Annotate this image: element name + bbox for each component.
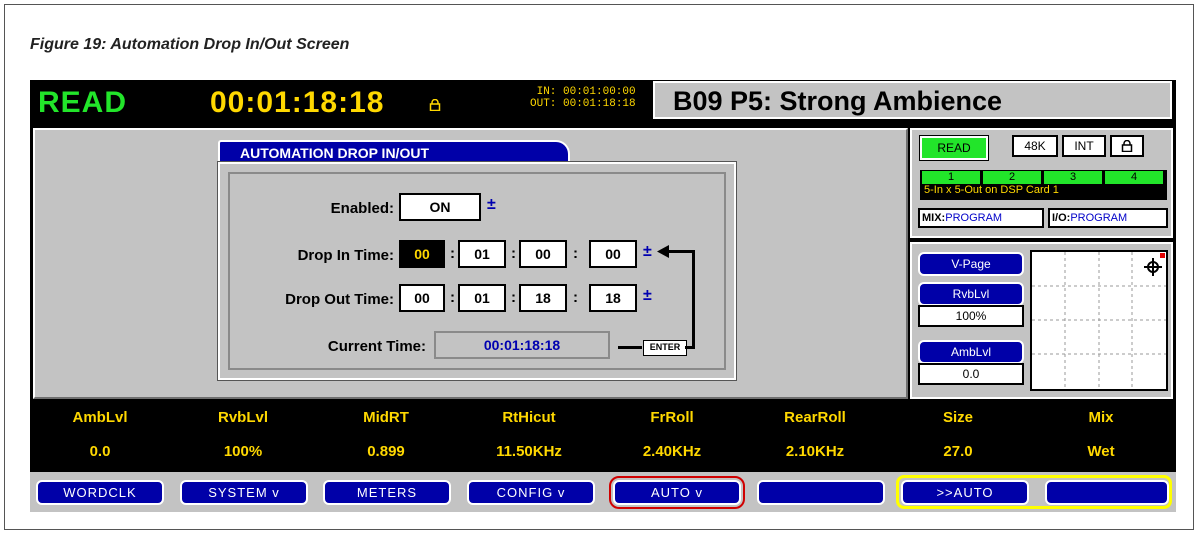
rvblvl-value: 100% bbox=[918, 305, 1024, 327]
softkey-auto[interactable]: AUTO v bbox=[609, 476, 745, 509]
program-title: B09 P5: Strong Ambience bbox=[653, 81, 1172, 119]
softkey-blank-2[interactable] bbox=[1045, 480, 1169, 505]
colon: : bbox=[573, 245, 578, 262]
softkey-auto-next[interactable]: >>AUTO bbox=[901, 480, 1029, 505]
enabled-plusminus[interactable]: ± bbox=[487, 196, 496, 214]
vpage-button[interactable]: V-Page bbox=[918, 252, 1024, 276]
dialog-title: AUTOMATION DROP IN/OUT bbox=[218, 140, 570, 164]
enter-line-horizontal bbox=[618, 346, 642, 349]
param-value[interactable]: 100% bbox=[173, 443, 313, 460]
param-value[interactable]: 2.40KHz bbox=[602, 443, 742, 460]
colon: : bbox=[450, 245, 455, 262]
sample-rate: 48K bbox=[1012, 135, 1058, 157]
param-name: Size bbox=[942, 409, 973, 426]
amblvl-button[interactable]: AmbLvl bbox=[918, 340, 1024, 364]
out-time: OUT: 00:01:18:18 bbox=[530, 98, 636, 110]
mix-status: MIX:PROGRAM bbox=[918, 208, 1044, 228]
in-time: IN: 00:01:00:00 bbox=[536, 86, 636, 98]
drop-out-frames[interactable]: 18 bbox=[589, 284, 637, 312]
softkey-config[interactable]: CONFIG v bbox=[467, 480, 595, 505]
drop-in-seconds[interactable]: 00 bbox=[519, 240, 567, 268]
drop-in-frames[interactable]: 00 bbox=[589, 240, 637, 268]
drop-out-seconds[interactable]: 18 bbox=[519, 284, 567, 312]
position-marker bbox=[1160, 253, 1165, 258]
read-button[interactable]: READ bbox=[919, 135, 989, 161]
timecode-display: 00:01:18:18 bbox=[210, 86, 385, 119]
xy-pad[interactable] bbox=[1030, 250, 1168, 391]
in-out-times: IN: 00:01:00:00 OUT: 00:01:18:18 bbox=[530, 86, 636, 110]
automation-mode: READ bbox=[38, 86, 128, 119]
drop-in-plusminus[interactable]: ± bbox=[643, 243, 652, 261]
param-value[interactable]: 11.50KHz bbox=[459, 443, 599, 460]
clock-source: INT bbox=[1062, 135, 1106, 157]
lock-icon bbox=[1121, 139, 1133, 153]
param-name: FrRoll bbox=[650, 409, 694, 426]
param-name: AmbLvl bbox=[72, 409, 128, 426]
softkey-blank-1[interactable] bbox=[757, 480, 885, 505]
mix-label: MIX: bbox=[922, 212, 946, 224]
softkey-wordclk[interactable]: WORDCLK bbox=[36, 480, 164, 505]
status-panel: READ 48K INT 1 2 3 4 5-In x 5-Out on DSP… bbox=[910, 128, 1173, 238]
colon: : bbox=[450, 289, 455, 306]
rvblvl-button[interactable]: RvbLvl bbox=[918, 282, 1024, 306]
param-name: Mix bbox=[1088, 409, 1114, 426]
dsp-slot-4: 4 bbox=[1105, 171, 1163, 184]
colon: : bbox=[511, 289, 516, 306]
drop-in-hours[interactable]: 00 bbox=[399, 240, 445, 268]
device-screen: READ 00:01:18:18 IN: 00:01:00:00 OUT: 00… bbox=[30, 80, 1176, 512]
amblvl-value: 0.0 bbox=[918, 363, 1024, 385]
param-value[interactable]: 2.10KHz bbox=[745, 443, 885, 460]
enter-key-icon[interactable]: ENTER bbox=[643, 340, 687, 356]
figure-caption: Figure 19: Automation Drop In/Out Screen bbox=[30, 36, 350, 53]
drop-in-minutes[interactable]: 01 bbox=[458, 240, 506, 268]
param-value[interactable]: Wet bbox=[1031, 443, 1171, 460]
io-value: PROGRAM bbox=[1070, 212, 1128, 224]
param-name: RearRoll bbox=[784, 409, 846, 426]
enabled-label: Enabled: bbox=[330, 200, 394, 217]
io-status: I/O:PROGRAM bbox=[1048, 208, 1168, 228]
param-value[interactable]: 27.0 bbox=[888, 443, 1028, 460]
lock-icon bbox=[429, 99, 441, 111]
crosshair-icon[interactable] bbox=[1144, 258, 1162, 276]
lock-status bbox=[1110, 135, 1144, 157]
enter-line-top bbox=[666, 250, 695, 253]
dsp-slot-2: 2 bbox=[983, 171, 1041, 184]
param-name: MidRT bbox=[363, 409, 409, 426]
io-label: I/O: bbox=[1052, 212, 1071, 224]
param-name: RvbLvl bbox=[217, 409, 268, 426]
current-time-field: 00:01:18:18 bbox=[434, 331, 610, 359]
mix-value: PROGRAM bbox=[945, 212, 1003, 224]
parameter-bar: AmbLvl 0.0 RvbLvl 100% MidRT 0.899 RtHic… bbox=[30, 405, 1176, 471]
drop-out-hours[interactable]: 00 bbox=[399, 284, 445, 312]
dsp-config-text: 5-In x 5-Out on DSP Card 1 bbox=[924, 184, 1059, 196]
arrow-left-icon bbox=[657, 245, 669, 258]
param-value[interactable]: 0.0 bbox=[30, 443, 170, 460]
softkey-bar: WORDCLK SYSTEM v METERS CONFIG v AUTO v … bbox=[30, 472, 1176, 512]
drop-out-label: Drop Out Time: bbox=[285, 291, 394, 308]
vpage-panel: V-Page RvbLvl 100% AmbLvl 0.0 bbox=[910, 242, 1173, 399]
colon: : bbox=[511, 245, 516, 262]
enter-line-vertical bbox=[692, 250, 695, 349]
colon: : bbox=[573, 289, 578, 306]
drop-in-label: Drop In Time: bbox=[297, 247, 394, 264]
dsp-slot-1: 1 bbox=[922, 171, 980, 184]
enabled-field[interactable]: ON bbox=[399, 193, 481, 221]
drop-out-plusminus[interactable]: ± bbox=[643, 287, 652, 305]
softkey-system[interactable]: SYSTEM v bbox=[180, 480, 308, 505]
dsp-slot-3: 3 bbox=[1044, 171, 1102, 184]
current-time-label: Current Time: bbox=[327, 338, 426, 355]
softkey-meters[interactable]: METERS bbox=[323, 480, 451, 505]
drop-out-minutes[interactable]: 01 bbox=[458, 284, 506, 312]
param-name: RtHicut bbox=[502, 409, 556, 426]
param-value[interactable]: 0.899 bbox=[316, 443, 456, 460]
dsp-indicator: 1 2 3 4 5-In x 5-Out on DSP Card 1 bbox=[920, 170, 1167, 200]
